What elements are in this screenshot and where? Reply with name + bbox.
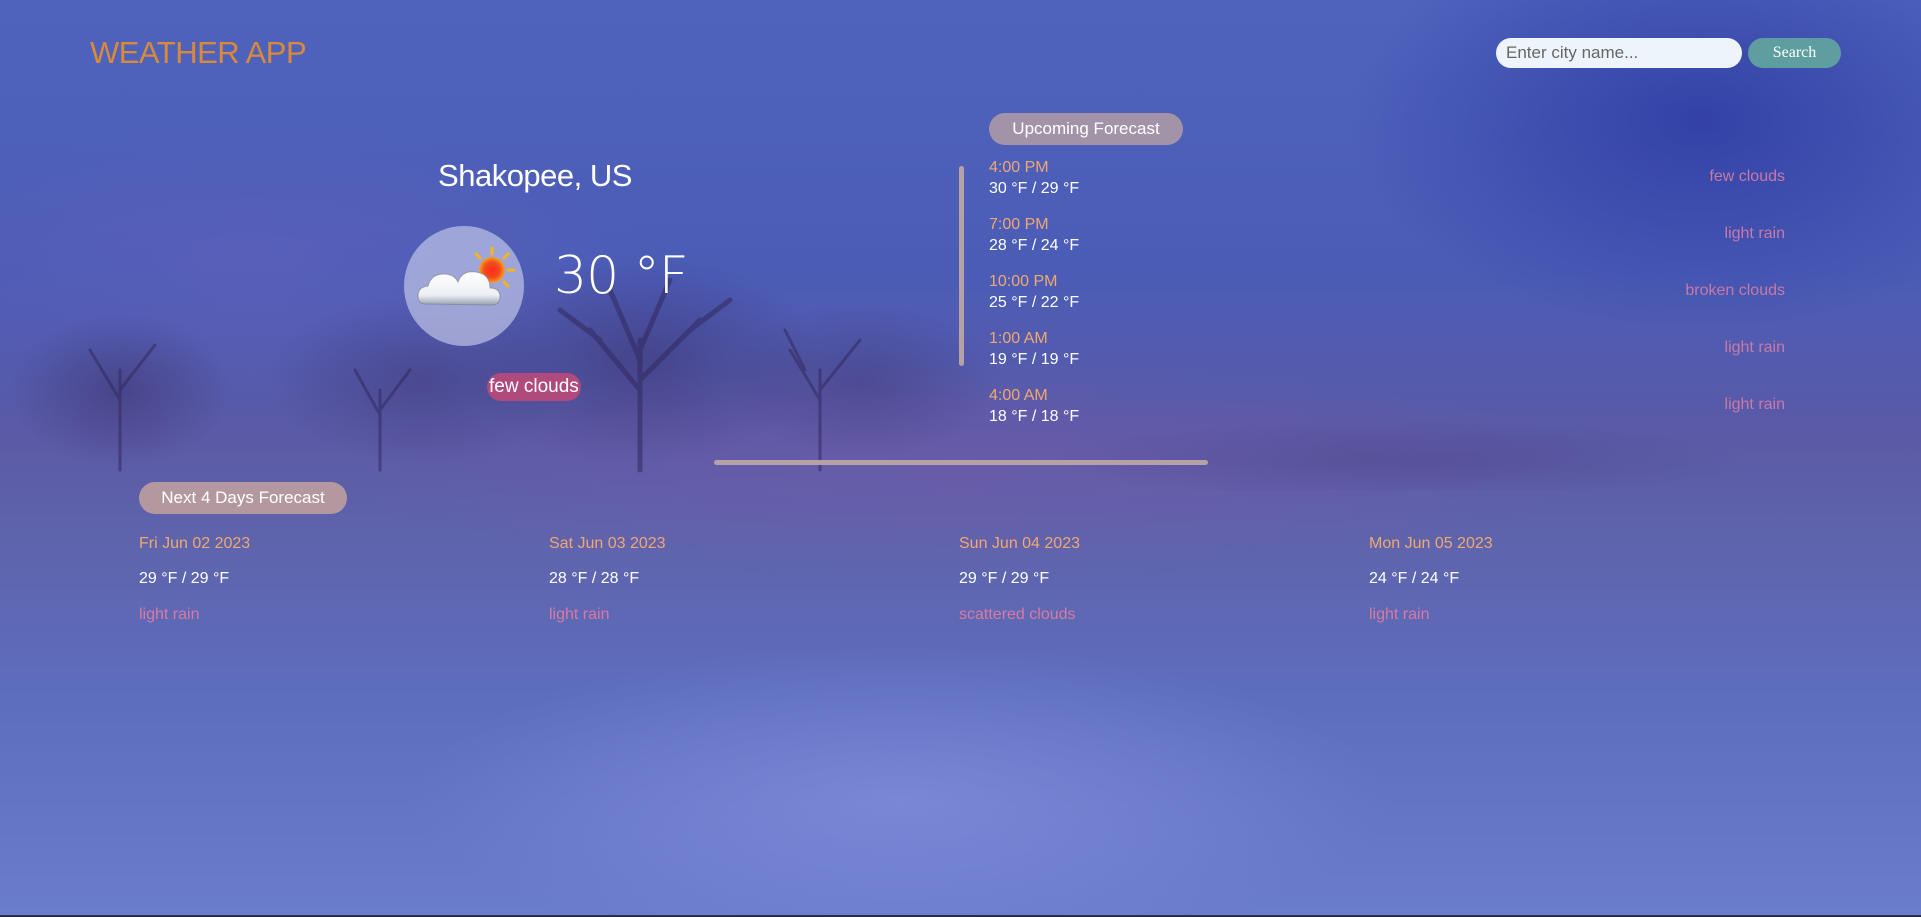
daily-item: Mon Jun 05 2023 24 °F / 24 °F light rain	[1369, 535, 1779, 624]
hourly-time: 7:00 PM	[989, 216, 1049, 233]
hourly-item: 4:00 AM 18 °F / 18 °F light rain	[989, 386, 1789, 443]
hourly-time: 1:00 AM	[989, 330, 1048, 347]
daily-temps: 29 °F / 29 °F	[959, 570, 1050, 587]
daily-temps: 28 °F / 28 °F	[549, 570, 640, 587]
hourly-time: 4:00 PM	[989, 159, 1049, 176]
current-condition-badge: few clouds	[487, 373, 581, 401]
hourly-item: 4:00 PM 30 °F / 29 °F few clouds	[989, 158, 1789, 215]
current-temperature: 30 °F	[554, 246, 689, 306]
hourly-item: 1:00 AM 19 °F / 19 °F light rain	[989, 329, 1789, 386]
hourly-temps: 28 °F / 24 °F	[989, 237, 1080, 254]
city-search-input[interactable]	[1496, 38, 1742, 68]
hourly-time: 4:00 AM	[989, 387, 1048, 404]
daily-date: Mon Jun 05 2023	[1369, 535, 1493, 552]
daily-description: light rain	[549, 606, 610, 623]
daily-item: Fri Jun 02 2023 29 °F / 29 °F light rain	[139, 535, 549, 624]
hourly-description: light rain	[1724, 339, 1785, 356]
daily-description: light rain	[1369, 606, 1430, 623]
current-city: Shakopee, US	[438, 158, 632, 193]
hourly-forecast-list: 4:00 PM 30 °F / 29 °F few clouds 7:00 PM…	[989, 158, 1789, 443]
weather-icon-circle	[404, 226, 524, 346]
hourly-scrollbar[interactable]	[959, 166, 964, 366]
hourly-item: 7:00 PM 28 °F / 24 °F light rain	[989, 215, 1789, 272]
hourly-item: 10:00 PM 25 °F / 22 °F broken clouds	[989, 272, 1789, 329]
hourly-description: light rain	[1724, 396, 1785, 413]
hourly-temps: 30 °F / 29 °F	[989, 180, 1080, 197]
daily-item: Sat Jun 03 2023 28 °F / 28 °F light rain	[549, 535, 959, 624]
horizontal-scrollbar[interactable]	[714, 460, 1208, 465]
hourly-temps: 18 °F / 18 °F	[989, 408, 1080, 425]
daily-item: Sun Jun 04 2023 29 °F / 29 °F scattered …	[959, 535, 1369, 624]
hourly-description: broken clouds	[1685, 282, 1785, 299]
search-button[interactable]: Search	[1748, 38, 1841, 68]
search-bar: Search	[1496, 38, 1841, 68]
daily-temps: 24 °F / 24 °F	[1369, 570, 1460, 587]
daily-temps: 29 °F / 29 °F	[139, 570, 230, 587]
hourly-time: 10:00 PM	[989, 273, 1058, 290]
daily-date: Fri Jun 02 2023	[139, 535, 251, 552]
app-title: WEATHER APP	[90, 35, 307, 70]
daily-description: light rain	[139, 606, 200, 623]
daily-description: scattered clouds	[959, 606, 1076, 623]
upcoming-forecast-heading: Upcoming Forecast	[989, 113, 1183, 145]
daily-date: Sun Jun 04 2023	[959, 535, 1080, 552]
few-clouds-day-icon	[417, 246, 516, 306]
hourly-temps: 25 °F / 22 °F	[989, 294, 1080, 311]
next-days-forecast-heading: Next 4 Days Forecast	[139, 482, 347, 514]
hourly-description: few clouds	[1709, 168, 1785, 185]
hourly-description: light rain	[1724, 225, 1785, 242]
daily-date: Sat Jun 03 2023	[549, 535, 666, 552]
hourly-temps: 19 °F / 19 °F	[989, 351, 1080, 368]
daily-forecast-list: Fri Jun 02 2023 29 °F / 29 °F light rain…	[139, 535, 1779, 624]
